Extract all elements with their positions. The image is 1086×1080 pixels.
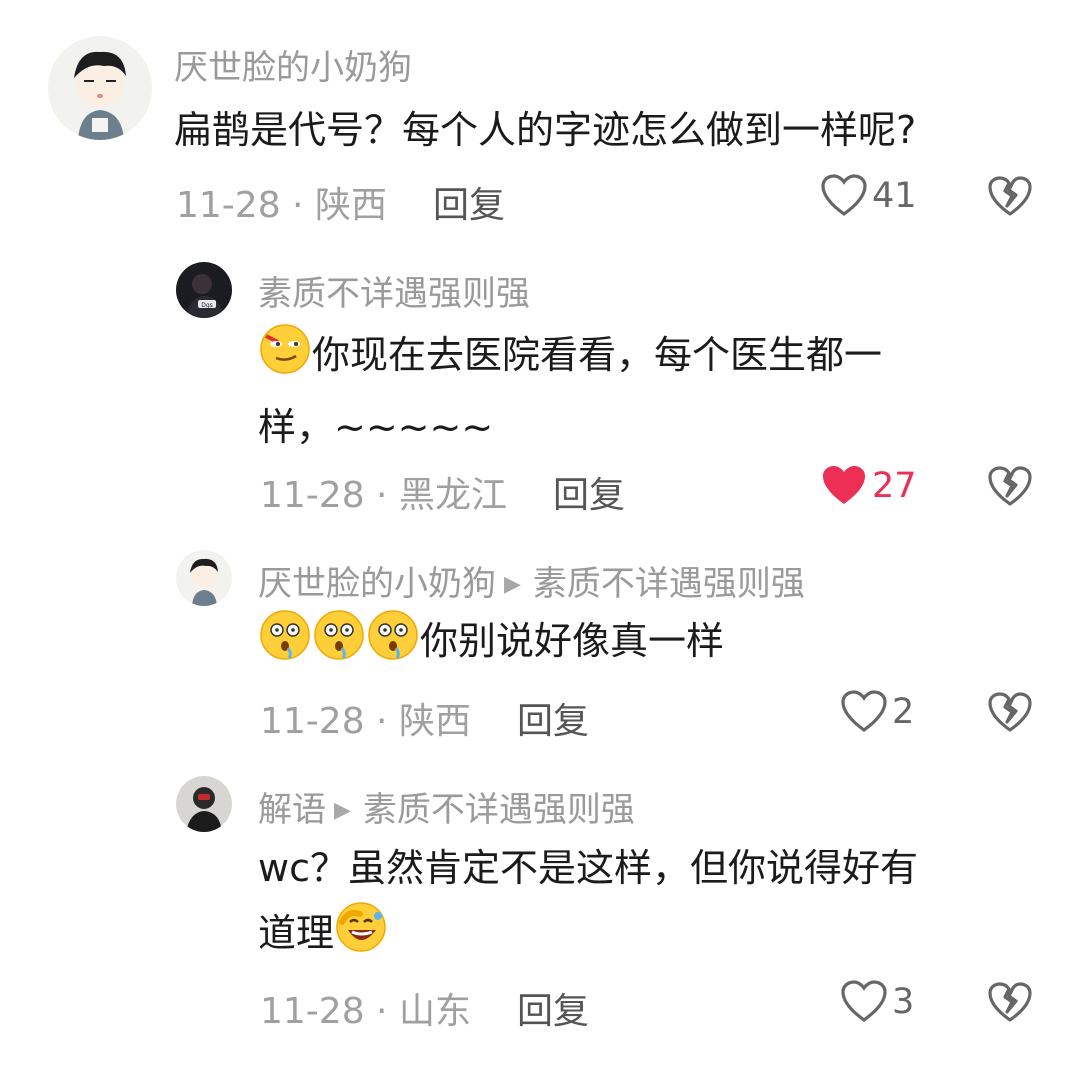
heart-filled-icon [823, 466, 865, 504]
comment-4-username[interactable]: 解语 [258, 790, 326, 830]
comment-3-like-count: 2 [892, 692, 915, 732]
comment-2-username[interactable]: 素质不详遇强则强 [258, 266, 530, 315]
emoji-laughing-icon [334, 900, 388, 973]
comment-3-reply-button[interactable]: 回复 [517, 701, 589, 742]
comment-3-text-body: 你别说好像真一样 [420, 619, 725, 663]
comment-3-text: 你别说好像真一样 [258, 608, 724, 681]
comment-2-text: 你现在去医院看看，每个医生都一 样，~~~~~ [258, 322, 882, 459]
comment-2-text-line2: 样，~~~~~ [258, 405, 494, 449]
comment-1-reply-button[interactable]: 回复 [433, 185, 505, 226]
comment-1-username[interactable]: 厌世脸的小奶狗 [174, 40, 412, 89]
comment-2-like-button[interactable]: 27 [820, 464, 917, 508]
broken-heart-icon [988, 176, 1032, 216]
comment-1-meta: 11-28 · 陕西 回复 [176, 176, 505, 228]
heart-outline-icon [841, 690, 887, 732]
comment-4-reply-to[interactable]: 素质不详遇强则强 [363, 790, 635, 830]
comment-4-username-line: 解语 ▶ 素质不详遇强则强 [258, 782, 635, 831]
svg-text:Dgs: Dgs [201, 302, 213, 309]
heart-outline-icon [821, 174, 867, 216]
comment-4-like-count: 3 [892, 982, 915, 1022]
comment-2-meta: 11-28 · 黑龙江 回复 [260, 466, 625, 518]
avatar-user-1[interactable] [48, 36, 152, 140]
comment-2-dislike-button[interactable] [988, 466, 1032, 512]
emoji-stunned-icon [312, 608, 366, 681]
comment-2-date: 11-28 · 黑龙江 [260, 475, 507, 516]
comment-3-dislike-button[interactable] [988, 692, 1032, 738]
comment-1-like-button[interactable]: 41 [820, 174, 917, 218]
avatar-user-3[interactable] [176, 550, 232, 606]
broken-heart-icon [988, 466, 1032, 506]
comment-2-like-count: 27 [872, 466, 917, 506]
broken-heart-icon [988, 982, 1032, 1022]
comment-3-username-line: 厌世脸的小奶狗 ▶ 素质不详遇强则强 [258, 556, 805, 605]
comment-2-text-line1: 你现在去医院看看，每个医生都一 [312, 333, 883, 377]
comment-1-text: 扁鹊是代号？每个人的字迹怎么做到一样呢? [174, 108, 917, 152]
comment-1-date: 11-28 · 陕西 [176, 185, 387, 226]
emoji-stunned-icon [366, 608, 420, 681]
avatar-user-2[interactable]: Dgs [176, 262, 232, 318]
comment-4-like-button[interactable]: 3 [840, 980, 914, 1024]
comment-2-reply-button[interactable]: 回复 [553, 475, 625, 516]
comment-4-dislike-button[interactable] [988, 982, 1032, 1028]
emoji-stunned-icon [258, 608, 312, 681]
comment-3-date: 11-28 · 陕西 [260, 701, 471, 742]
emoji-smirk-icon [258, 322, 312, 395]
heart-outline-icon [841, 980, 887, 1022]
comment-3-reply-to[interactable]: 素质不详遇强则强 [533, 564, 805, 604]
reply-arrow-icon: ▶ [504, 572, 521, 597]
comment-4-text: wc？虽然肯定不是这样，但你说得好有 道理 [258, 836, 918, 973]
avatar-user-4[interactable] [176, 776, 232, 832]
broken-heart-icon [988, 692, 1032, 732]
comment-4-text-line1: wc？虽然肯定不是这样，但你说得好有 [258, 846, 918, 890]
comment-4-date: 11-28 · 山东 [260, 991, 471, 1032]
comment-4-text-line2: 道理 [258, 911, 335, 955]
comment-4-meta: 11-28 · 山东 回复 [260, 982, 589, 1034]
comment-3-meta: 11-28 · 陕西 回复 [260, 692, 589, 744]
reply-arrow-icon: ▶ [334, 798, 351, 823]
comment-4-reply-button[interactable]: 回复 [517, 991, 589, 1032]
comment-1-like-count: 41 [872, 176, 917, 216]
comment-1-dislike-button[interactable] [988, 176, 1032, 222]
comment-3-username[interactable]: 厌世脸的小奶狗 [258, 564, 496, 604]
comment-3-like-button[interactable]: 2 [840, 690, 914, 734]
